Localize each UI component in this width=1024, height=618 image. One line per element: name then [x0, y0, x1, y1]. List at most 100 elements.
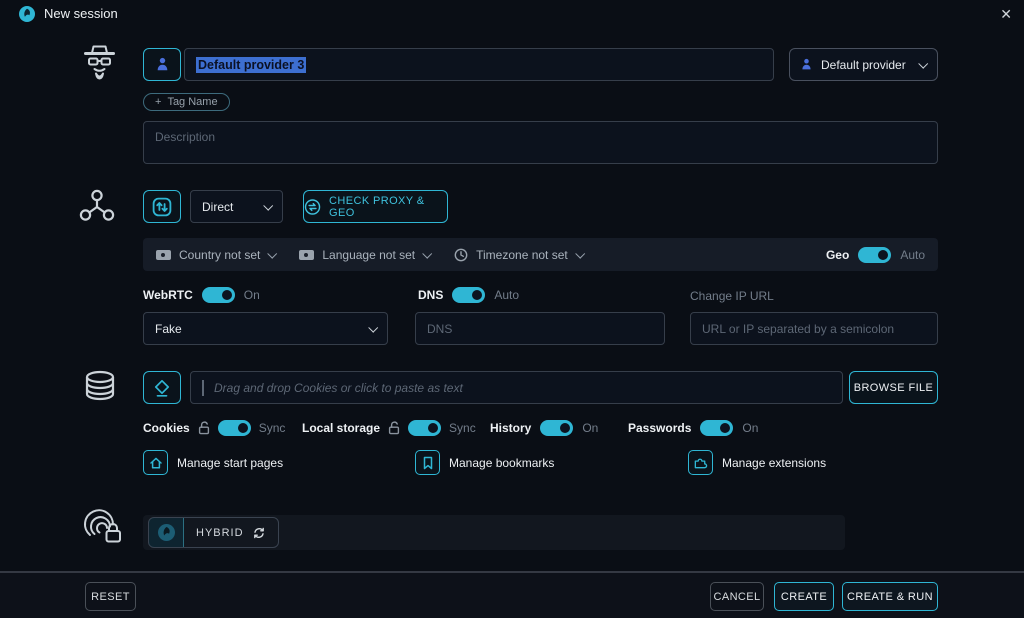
dns-toggle[interactable]	[452, 287, 485, 303]
browse-file-label: BROWSE FILE	[854, 382, 934, 394]
reset-label: RESET	[91, 591, 130, 603]
refresh-icon	[252, 526, 266, 540]
chevron-down-icon	[422, 249, 432, 259]
person-icon	[156, 57, 169, 72]
profile-icon-button[interactable]	[143, 48, 181, 81]
fingerprint-section-icon	[82, 506, 126, 550]
proxy-section-icon	[76, 186, 118, 228]
proxy-type-value: Direct	[202, 200, 233, 214]
manage-start-pages-label: Manage start pages	[177, 456, 283, 470]
browse-file-button[interactable]: BROWSE FILE	[849, 371, 938, 404]
proxy-type-dropdown[interactable]: Direct	[190, 190, 283, 223]
cancel-label: CANCEL	[713, 591, 760, 603]
geo-settings-bar: Country not set Language not set Timezon…	[143, 238, 938, 271]
passwords-toggle-state: On	[742, 421, 758, 435]
cookies-toggle-label: Cookies	[143, 421, 190, 435]
webrtc-mode-value: Fake	[155, 322, 182, 336]
webrtc-label: WebRTC	[143, 288, 193, 302]
geo-toggle[interactable]	[858, 247, 891, 263]
chevron-down-icon	[575, 249, 585, 259]
manage-bookmarks-button[interactable]: Manage bookmarks	[415, 450, 554, 475]
extensions-icon	[688, 450, 713, 475]
country-dropdown[interactable]: Country not set	[156, 248, 275, 262]
close-icon[interactable]: ✕	[996, 4, 1016, 25]
manage-extensions-button[interactable]: Manage extensions	[688, 450, 826, 475]
swap-arrows-icon	[304, 198, 321, 216]
app-logo-icon	[19, 6, 35, 22]
description-textarea[interactable]	[143, 121, 938, 164]
chevron-down-icon	[368, 323, 378, 333]
plus-icon: +	[155, 96, 161, 108]
history-toggle-label: History	[490, 421, 531, 435]
change-ip-input-wrap	[690, 312, 938, 345]
dns-input-wrap	[415, 312, 665, 345]
webrtc-toggle[interactable]	[202, 287, 235, 303]
country-value: Country not set	[179, 248, 260, 262]
fingerprint-mode-label: HYBRID	[196, 527, 244, 539]
local-storage-toggle-label: Local storage	[302, 421, 380, 435]
history-toggle[interactable]	[540, 420, 573, 436]
create-and-run-button[interactable]: CREATE & RUN	[842, 582, 938, 611]
cookies-drop-area[interactable]: Drag and drop Cookies or click to paste …	[190, 371, 843, 404]
provider-dropdown-value: Default provider	[821, 58, 906, 72]
timezone-dropdown[interactable]: Timezone not set	[454, 248, 583, 262]
flag-icon	[156, 250, 171, 260]
change-ip-url-label: Change IP URL	[690, 289, 774, 303]
cookies-sync-state: Sync	[259, 421, 286, 435]
dialog-header: New session	[0, 0, 1024, 27]
dns-toggle-row: DNS Auto	[418, 287, 519, 303]
create-button[interactable]: CREATE	[774, 582, 834, 611]
cookies-sync-row: Cookies Sync	[143, 420, 285, 436]
history-toggle-row: History On	[490, 420, 598, 436]
language-dropdown[interactable]: Language not set	[299, 248, 430, 262]
check-proxy-geo-label: CHECK PROXY & GEO	[329, 195, 447, 219]
dns-label: DNS	[418, 288, 443, 302]
history-toggle-state: On	[582, 421, 598, 435]
passwords-toggle[interactable]	[700, 420, 733, 436]
proxy-arrows-icon	[152, 197, 172, 217]
provider-dropdown[interactable]: Default provider	[789, 48, 938, 81]
app-logo-icon	[148, 517, 184, 548]
passwords-toggle-row: Passwords On	[628, 420, 758, 436]
add-tag-button[interactable]: + Tag Name	[143, 93, 230, 111]
clear-cookies-button[interactable]	[143, 371, 181, 404]
geo-toggle-label: Geo	[826, 248, 849, 262]
cookies-drop-placeholder: Drag and drop Cookies or click to paste …	[214, 381, 463, 395]
flag-icon	[299, 250, 314, 260]
language-value: Language not set	[322, 248, 415, 262]
profile-section-icon	[77, 42, 122, 87]
webrtc-toggle-row: WebRTC On	[143, 287, 260, 303]
text-cursor	[202, 380, 204, 396]
cookies-section-icon	[80, 367, 120, 407]
cookies-sync-toggle[interactable]	[218, 420, 251, 436]
timezone-value: Timezone not set	[476, 248, 568, 262]
session-name-input[interactable]: Default provider 3	[184, 48, 774, 81]
manage-start-pages-button[interactable]: Manage start pages	[143, 450, 283, 475]
dns-state: Auto	[494, 288, 519, 302]
dialog-footer: RESET CANCEL CREATE CREATE & RUN	[0, 571, 1024, 618]
webrtc-mode-dropdown[interactable]: Fake	[143, 312, 388, 345]
lock-open-icon	[198, 421, 210, 435]
session-name-selected-text: Default provider 3	[196, 57, 306, 73]
fingerprint-mode-button[interactable]: HYBRID	[148, 517, 279, 548]
local-storage-sync-toggle[interactable]	[408, 420, 441, 436]
passwords-toggle-label: Passwords	[628, 421, 691, 435]
dialog-title: New session	[44, 6, 118, 21]
fingerprint-bar: HYBRID	[143, 515, 845, 550]
create-and-run-label: CREATE & RUN	[847, 591, 933, 603]
bookmark-icon	[415, 450, 440, 475]
cancel-button[interactable]: CANCEL	[710, 582, 764, 611]
lock-open-icon	[388, 421, 400, 435]
person-icon	[801, 58, 812, 71]
dns-input[interactable]	[427, 322, 653, 336]
manage-extensions-label: Manage extensions	[722, 456, 826, 470]
new-session-dialog: New session ✕ Default prov	[0, 0, 1024, 618]
change-ip-input[interactable]	[702, 322, 926, 336]
reset-button[interactable]: RESET	[85, 582, 136, 611]
check-proxy-geo-button[interactable]: CHECK PROXY & GEO	[303, 190, 448, 223]
eraser-icon	[152, 378, 172, 398]
geo-toggle-state: Auto	[900, 248, 925, 262]
create-label: CREATE	[781, 591, 827, 603]
chevron-down-icon	[918, 59, 928, 69]
proxy-icon-button[interactable]	[143, 190, 181, 223]
